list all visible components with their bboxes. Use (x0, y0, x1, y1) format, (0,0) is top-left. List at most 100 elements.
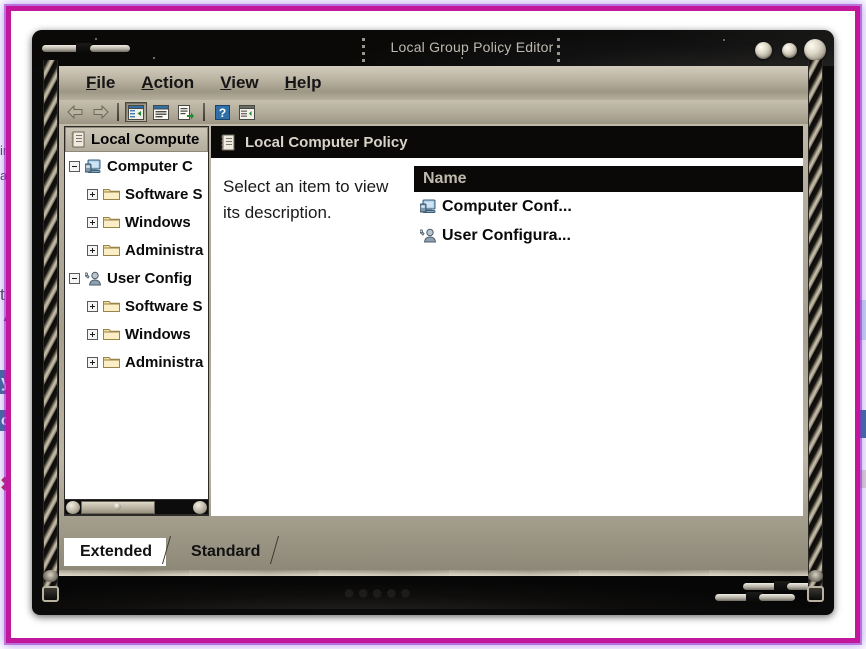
close-button[interactable] (804, 39, 826, 61)
scrollbar-thumb[interactable] (81, 500, 155, 514)
window-bottom-bar: ●●●●● (43, 576, 823, 609)
collapse-toggle-icon[interactable] (69, 160, 80, 172)
decorative-stud-icon (152, 56, 156, 60)
menu-action[interactable]: Action (141, 73, 194, 93)
tab-extended[interactable]: Extended (64, 538, 167, 566)
panes-container: Local Compute Computer C Software S Wind… (59, 124, 808, 536)
rail-cap-right-icon (808, 570, 823, 582)
computer-icon (85, 159, 101, 173)
maximize-button[interactable] (782, 43, 797, 58)
forward-button[interactable] (89, 102, 111, 122)
toolbar-separator (117, 103, 119, 121)
console-tree-icon (128, 104, 144, 120)
tree-node-label: User Config (107, 269, 193, 287)
expand-toggle-icon[interactable] (87, 300, 98, 312)
embossed-decoration: ●●●●● (343, 582, 414, 604)
show-pane-button[interactable] (236, 102, 258, 122)
bg-fragment-1: in (0, 143, 10, 158)
show-hide-tree-button[interactable] (125, 102, 147, 122)
tree-node-user-administrative-templates[interactable]: Administra (65, 348, 208, 376)
expand-toggle-icon[interactable] (87, 356, 98, 368)
toolbar: ? (59, 100, 808, 124)
tree-node-user-windows-settings[interactable]: Windows (65, 320, 208, 348)
rail-cap-left-icon (43, 570, 58, 582)
tab-standard[interactable]: Standard (175, 538, 274, 566)
decorative-rope-rail-left (43, 60, 58, 600)
help-button[interactable]: ? (211, 102, 233, 122)
tree-horizontal-scrollbar[interactable] (64, 499, 209, 515)
tree-node-user-software-settings[interactable]: Software S (65, 292, 208, 320)
export-list-button[interactable] (175, 102, 197, 122)
bg-fragment-3: t (0, 285, 5, 304)
decorative-pin-icon (759, 594, 795, 601)
tab-extended-label: Extended (80, 543, 153, 560)
page-root: in al t ▲ y ck ✖ Local Group Policy Edit… (0, 0, 866, 649)
question-mark-icon: ? (214, 104, 230, 120)
computer-icon (420, 199, 436, 213)
expand-toggle-icon[interactable] (87, 328, 98, 340)
decorative-stud-icon (460, 56, 464, 60)
tree-node-label: Administra (125, 241, 204, 259)
menu-action-accel: A (141, 73, 154, 92)
policy-scroll-icon (221, 134, 235, 151)
tree-node-local-computer-policy[interactable]: Local Compute (65, 127, 208, 152)
results-list: Name Computer Conf... User Configura... (414, 158, 803, 516)
scrollbar-right-button[interactable] (193, 500, 207, 514)
scrollbar-left-button[interactable] (66, 500, 80, 514)
folder-icon (103, 245, 120, 256)
content-pane-body: Select an item to view its description. … (211, 158, 803, 516)
tree-root-label: Local Compute (91, 131, 200, 148)
tree-node-label: Software S (125, 185, 203, 203)
decorative-rope-rail-right (808, 60, 823, 600)
menu-help[interactable]: Help (285, 73, 322, 93)
expand-toggle-icon[interactable] (87, 244, 98, 256)
folder-icon (103, 357, 120, 368)
column-header-name[interactable]: Name (414, 166, 803, 192)
user-icon (420, 228, 437, 243)
expand-toggle-icon[interactable] (87, 216, 98, 228)
properties-icon (153, 104, 169, 120)
application-window: Local Group Policy Editor File Action Vi… (32, 30, 834, 615)
action-pane-icon (239, 104, 255, 120)
menu-view[interactable]: View (220, 73, 258, 93)
rail-clasp-right-icon (807, 586, 824, 602)
properties-button[interactable] (150, 102, 172, 122)
list-item-label: User Configura... (442, 226, 571, 244)
export-list-icon (178, 104, 194, 120)
decorative-pin-icon (90, 45, 130, 52)
policy-scroll-icon (71, 131, 85, 148)
tree-node-label: Administra (125, 353, 204, 371)
toolbar-separator (203, 103, 205, 121)
rail-clasp-left-icon (42, 586, 59, 602)
collapse-toggle-icon[interactable] (69, 272, 80, 284)
list-item-user-configuration[interactable]: User Configura... (414, 221, 803, 250)
minimize-button[interactable] (755, 42, 772, 59)
folder-icon (103, 189, 120, 200)
menu-view-accel: V (220, 73, 232, 92)
expand-toggle-icon[interactable] (87, 188, 98, 200)
tree-node-user-configuration[interactable]: User Config (65, 264, 208, 292)
console-tree-pane[interactable]: Local Compute Computer C Software S Wind… (64, 126, 209, 516)
folder-icon (103, 217, 120, 228)
menu-file-label: ile (96, 73, 116, 92)
menu-bar: File Action View Help (59, 66, 808, 100)
menu-view-label: iew (231, 73, 259, 92)
tree-node-computer-windows-settings[interactable]: Windows (65, 208, 208, 236)
tree-node-label: Windows (125, 325, 191, 343)
tree-node-computer-configuration[interactable]: Computer C (65, 152, 208, 180)
decorative-stud-icon (94, 37, 98, 41)
list-item-computer-configuration[interactable]: Computer Conf... (414, 192, 803, 221)
menu-help-label: elp (296, 73, 322, 92)
tree-node-computer-administrative-templates[interactable]: Administra (65, 236, 208, 264)
window-titlebar[interactable]: Local Group Policy Editor (32, 30, 834, 66)
back-button[interactable] (64, 102, 86, 122)
menu-file[interactable]: File (86, 73, 115, 93)
content-pane-title: Local Computer Policy (245, 133, 408, 151)
title-right-dots-icon (557, 38, 561, 62)
tree-node-label: Software S (125, 297, 203, 315)
left-arrow-icon (66, 105, 82, 119)
svg-text:?: ? (218, 106, 225, 120)
tree-node-computer-software-settings[interactable]: Software S (65, 180, 208, 208)
tab-standard-label: Standard (191, 543, 261, 560)
right-arrow-icon (93, 105, 109, 119)
